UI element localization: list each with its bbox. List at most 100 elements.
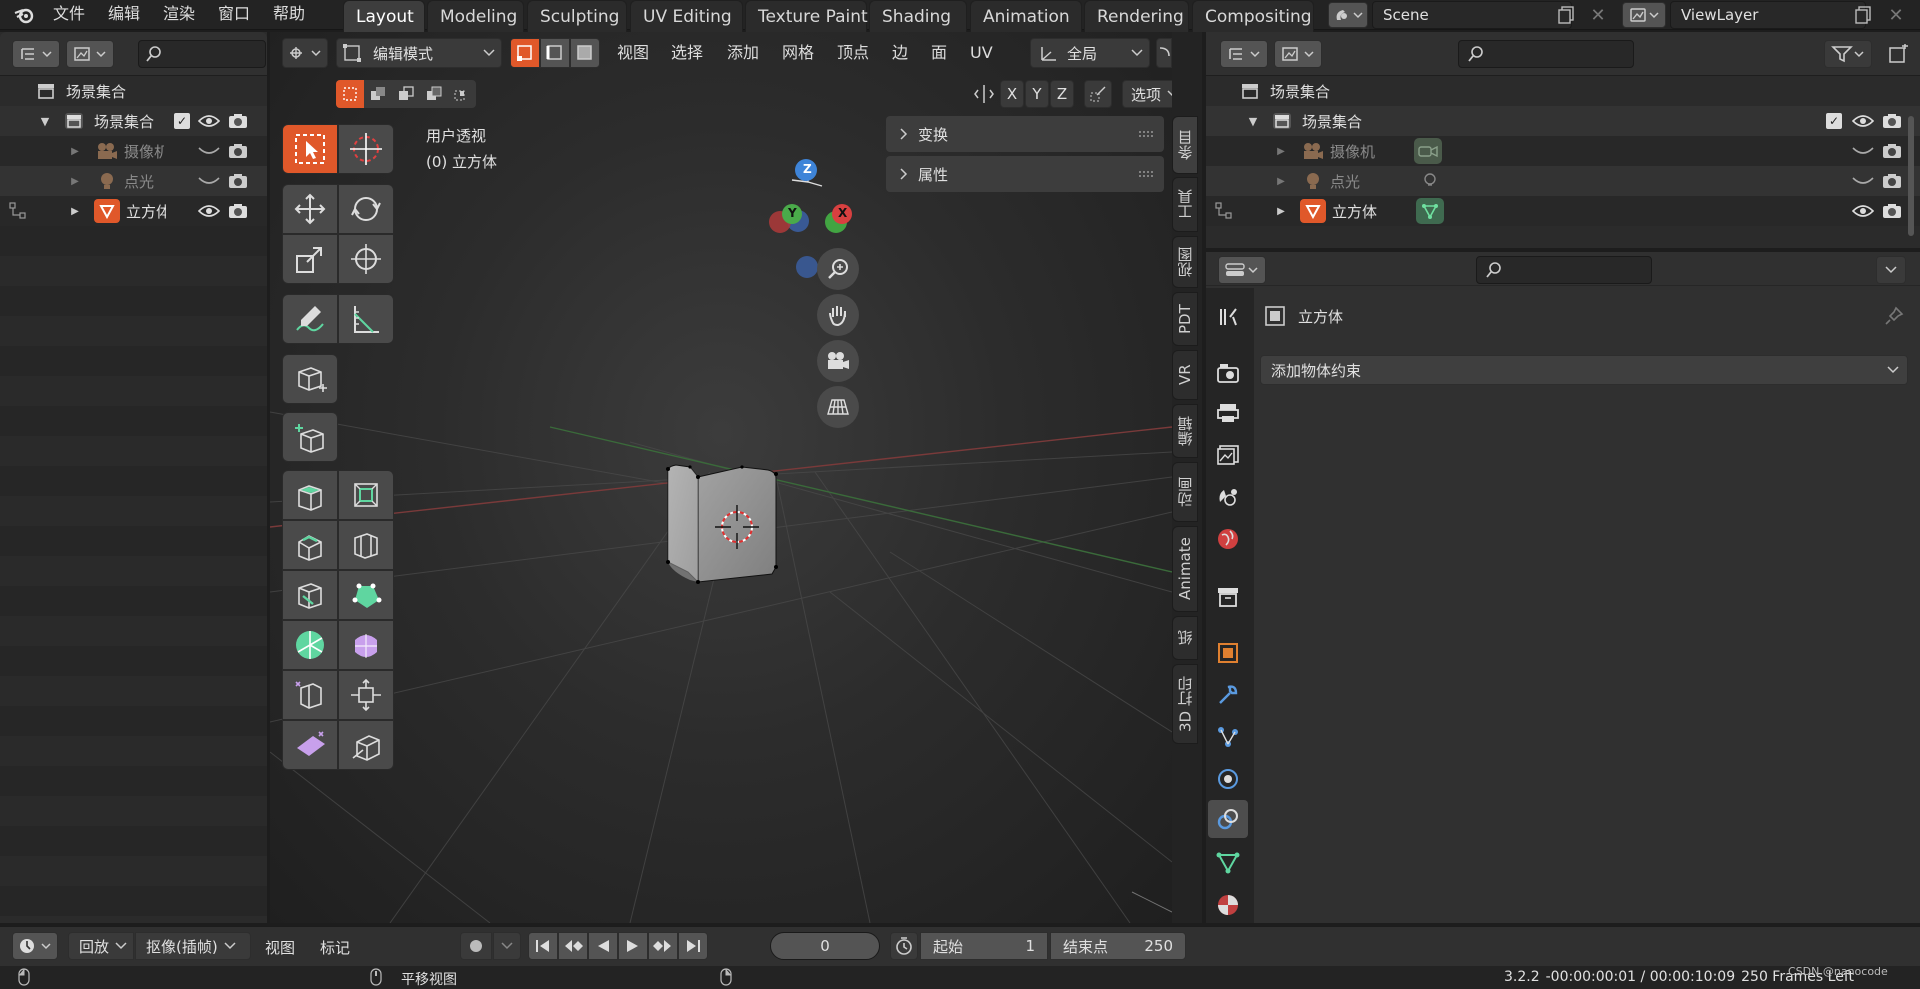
add-cube-tool[interactable] xyxy=(282,354,338,404)
expand-arrow-icon[interactable]: ▼ xyxy=(38,115,52,128)
eye-closed-icon[interactable] xyxy=(1852,175,1874,187)
scene-tab-icon[interactable] xyxy=(1208,478,1248,516)
light-data-icon[interactable] xyxy=(1420,171,1440,191)
menu-file[interactable]: 文件 xyxy=(53,0,85,30)
tab-rendering[interactable]: Rendering xyxy=(1084,0,1189,32)
menu-mesh[interactable]: 网格 xyxy=(782,39,814,69)
menu-uv[interactable]: UV xyxy=(970,39,993,69)
current-frame-field[interactable]: 0 xyxy=(770,932,880,960)
render-tab-icon[interactable] xyxy=(1208,354,1248,392)
add-constraint-dropdown[interactable]: 添加物体约束 xyxy=(1260,355,1908,385)
axis-z-button[interactable]: Z xyxy=(1050,80,1074,108)
select-intersect-icon[interactable] xyxy=(448,80,476,108)
viewlayer-name-field[interactable]: ViewLayer xyxy=(1670,1,1866,29)
filter-button[interactable] xyxy=(1824,40,1872,68)
expand-arrow-icon[interactable]: ▼ xyxy=(1246,115,1260,128)
select-invert-icon[interactable] xyxy=(420,80,448,108)
camera-data-icon[interactable] xyxy=(1414,138,1442,164)
scene-name-field[interactable]: Scene xyxy=(1372,1,1572,29)
snap-button[interactable] xyxy=(1156,38,1172,68)
viewport[interactable]: 编辑模式 视图 选择 添加 网格 顶点 边 面 UV 全局 X Y Z 选项 用… xyxy=(270,32,1172,923)
select-subtract-icon[interactable] xyxy=(392,80,420,108)
editor-type-button[interactable] xyxy=(1220,40,1268,68)
preview-range-button[interactable] xyxy=(890,932,918,960)
panel-properties[interactable]: 属性 xyxy=(886,156,1164,192)
editor-type-button[interactable] xyxy=(1218,256,1266,284)
jump-start-button[interactable] xyxy=(528,932,558,960)
3d-cursor[interactable] xyxy=(710,497,770,557)
outliner-row-light[interactable]: ▶ 点光 xyxy=(1276,166,1920,196)
camera-render-icon[interactable] xyxy=(1882,143,1902,159)
menu-select[interactable]: 选择 xyxy=(671,39,703,69)
end-frame-field[interactable]: 结束点 250 xyxy=(1050,932,1186,960)
properties-options-button[interactable] xyxy=(1876,256,1906,284)
camera-render-icon[interactable] xyxy=(228,203,248,219)
axis-y-button[interactable]: Y xyxy=(1025,80,1049,108)
tab-animate[interactable]: Animate xyxy=(1172,526,1198,612)
viewlayer-selector-button[interactable] xyxy=(1622,2,1666,28)
collection-tab-icon[interactable] xyxy=(1208,578,1248,616)
play-button[interactable] xyxy=(618,932,648,960)
inset-faces-tool[interactable] xyxy=(338,470,394,520)
playback-dropdown[interactable]: 回放 xyxy=(68,932,134,960)
pin-icon[interactable] xyxy=(1882,304,1906,328)
new-collection-icon[interactable] xyxy=(1886,42,1912,68)
outliner-search-field[interactable] xyxy=(138,40,266,68)
close-icon[interactable]: ✕ xyxy=(1587,3,1609,27)
tab-edit[interactable]: 编辑 xyxy=(1172,404,1198,458)
outliner-row-camera[interactable]: ▶ 摄像机 xyxy=(1276,136,1920,166)
auto-merge-button[interactable] xyxy=(1084,80,1112,108)
extrude-region-tool[interactable] xyxy=(282,412,338,462)
select-box-tool[interactable] xyxy=(282,124,338,174)
output-tab-icon[interactable] xyxy=(1208,394,1248,432)
menu-face[interactable]: 面 xyxy=(931,39,947,69)
physics-tab-icon[interactable] xyxy=(1208,760,1248,798)
menu-vertex[interactable]: 顶点 xyxy=(837,39,869,69)
spin-tool[interactable] xyxy=(282,620,338,670)
perspective-grid-icon[interactable] xyxy=(817,386,859,428)
prev-keyframe-button[interactable] xyxy=(558,932,588,960)
expand-arrow-icon[interactable]: ▶ xyxy=(1276,176,1286,187)
record-options-button[interactable] xyxy=(493,932,521,960)
copy-viewlayer-icon[interactable] xyxy=(1852,3,1874,27)
outliner-row-scene-collection[interactable]: 场景集合 xyxy=(34,76,126,106)
viewport-editor-type-button[interactable] xyxy=(282,38,328,68)
tab-pdt[interactable]: PDT xyxy=(1172,292,1198,346)
play-reverse-button[interactable] xyxy=(588,932,618,960)
tool-tab-icon[interactable] xyxy=(1208,298,1248,336)
blender-logo-icon[interactable] xyxy=(12,4,36,26)
knife-tool[interactable] xyxy=(282,570,338,620)
camera-render-icon[interactable] xyxy=(1882,173,1902,189)
timeline-editor-type-button[interactable] xyxy=(12,932,58,960)
move-tool[interactable] xyxy=(282,184,338,234)
tab-view[interactable]: 视图 xyxy=(1172,236,1198,288)
drag-handle-icon[interactable] xyxy=(1138,130,1154,138)
tab-modeling[interactable]: Modeling xyxy=(427,0,524,32)
tab-vr[interactable]: VR xyxy=(1172,350,1198,400)
camera-render-icon[interactable] xyxy=(1882,113,1902,129)
timeline-menu-view[interactable]: 视图 xyxy=(265,937,295,958)
eye-closed-icon[interactable] xyxy=(198,175,220,187)
next-keyframe-button[interactable] xyxy=(648,932,678,960)
tab-item[interactable]: 条目 xyxy=(1172,116,1198,174)
jump-end-button[interactable] xyxy=(678,932,708,960)
axis-x-button[interactable]: X xyxy=(1000,80,1024,108)
expand-arrow-icon[interactable]: ▶ xyxy=(1276,206,1286,217)
eye-icon[interactable] xyxy=(1852,204,1874,218)
camera-render-icon[interactable] xyxy=(228,143,248,159)
eye-icon[interactable] xyxy=(198,114,220,128)
eye-closed-icon[interactable] xyxy=(198,145,220,157)
measure-tool[interactable] xyxy=(338,294,394,344)
bevel-tool[interactable] xyxy=(282,520,338,570)
outliner-row-scene-collection[interactable]: 场景集合 xyxy=(1238,76,1330,106)
loop-cut-tool[interactable] xyxy=(338,520,394,570)
data-tab-icon[interactable] xyxy=(1208,844,1248,882)
eye-icon[interactable] xyxy=(198,204,220,218)
camera-render-icon[interactable] xyxy=(228,173,248,189)
camera-render-icon[interactable] xyxy=(228,113,248,129)
camera-render-icon[interactable] xyxy=(1882,203,1902,219)
select-new-icon[interactable] xyxy=(336,80,364,108)
annotate-tool[interactable] xyxy=(282,294,338,344)
cursor-tool[interactable] xyxy=(338,124,394,174)
outliner-row-cube[interactable]: ▶ 立方体 xyxy=(1214,196,1920,226)
